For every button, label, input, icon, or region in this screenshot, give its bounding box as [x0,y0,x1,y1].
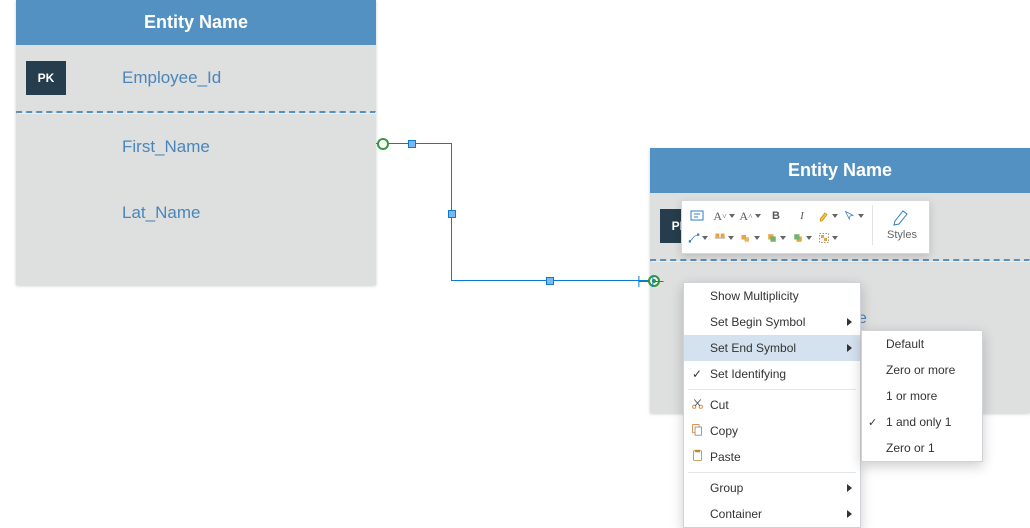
paste-icon [690,449,704,465]
styles-button[interactable]: Styles [881,205,923,249]
end-symbol-submenu[interactable]: Default Zero or more 1 or more ✓ 1 and o… [861,330,983,462]
attribute-employee-id: Employee_Id [122,68,221,88]
entity-header: Entity Name [650,148,1030,193]
menu-copy[interactable]: Copy [684,418,860,444]
styles-label: Styles [887,229,917,241]
menu-label: Container [710,507,762,521]
group-icon[interactable] [818,229,838,247]
menu-label: Group [710,481,743,495]
arrange-icon[interactable] [740,229,760,247]
cut-icon [690,397,704,413]
entity-divider [650,259,1030,262]
send-back-icon[interactable] [792,229,812,247]
menu-paste[interactable]: Paste [684,444,860,470]
submenu-label: Default [886,337,924,351]
align-icon[interactable] [714,229,734,247]
end-symbol-glyph: ⊢⊢ [637,272,665,292]
entity-header: Entity Name [16,0,376,45]
submenu-arrow-icon [847,510,852,518]
menu-divider [688,472,856,473]
submenu-default[interactable]: Default [862,331,982,357]
submenu-arrow-icon [847,484,852,492]
menu-label: Set Identifying [710,367,786,381]
connector-handle[interactable] [448,210,456,218]
submenu-label: 1 or more [886,389,937,403]
menu-group[interactable]: Group [684,475,860,501]
entity-attr-row[interactable]: First_Name [16,114,376,180]
toolbar-separator [872,205,873,245]
menu-set-end-symbol[interactable]: Set End Symbol [684,335,860,361]
italic-icon[interactable]: I [792,207,812,225]
context-menu[interactable]: Show Multiplicity Set Begin Symbol Set E… [683,282,861,528]
submenu-label: 1 and only 1 [886,415,951,429]
menu-label: Set End Symbol [710,341,796,355]
format-painter-icon[interactable] [818,207,838,225]
menu-label: Paste [710,450,741,464]
pk-badge: PK [26,61,66,95]
submenu-one-and-only-one[interactable]: ✓ 1 and only 1 [862,409,982,435]
check-icon: ✓ [868,416,877,429]
menu-set-begin-symbol[interactable]: Set Begin Symbol [684,309,860,335]
entity-attr-row[interactable]: Lat_Name [16,180,376,246]
connector-handle[interactable] [546,277,554,285]
menu-label: Copy [710,424,738,438]
menu-container[interactable]: Container [684,501,860,527]
pointer-icon[interactable] [844,207,864,225]
text-box-icon[interactable] [688,207,708,225]
menu-label: Cut [710,398,729,412]
entity-table-employee[interactable]: Entity Name PK Employee_Id First_Name La… [16,0,376,285]
submenu-arrow-icon [847,344,852,352]
submenu-label: Zero or 1 [886,441,935,455]
attribute-last-name: Lat_Name [122,203,200,223]
entity-pk-row[interactable]: PK Employee_Id [16,45,376,111]
font-larger-icon[interactable]: A˄ [740,207,760,225]
submenu-one-or-more[interactable]: 1 or more [862,383,982,409]
connector-endpoint-begin[interactable] [377,138,389,150]
mini-toolbar[interactable]: A˅ A˄ B I [681,200,930,254]
menu-label: Show Multiplicity [710,289,799,303]
submenu-arrow-icon [847,318,852,326]
submenu-zero-or-more[interactable]: Zero or more [862,357,982,383]
menu-divider [688,389,856,390]
attribute-first-name: First_Name [122,137,210,157]
submenu-zero-or-one[interactable]: Zero or 1 [862,435,982,461]
menu-label: Set Begin Symbol [710,315,805,329]
connector-icon[interactable] [688,229,708,247]
connector-handle[interactable] [408,140,416,148]
bring-front-icon[interactable] [766,229,786,247]
menu-cut[interactable]: Cut [684,392,860,418]
font-smaller-icon[interactable]: A˅ [714,207,734,225]
check-icon: ✓ [690,367,704,381]
copy-icon [690,423,704,439]
submenu-label: Zero or more [886,363,955,377]
menu-set-identifying[interactable]: ✓ Set Identifying [684,361,860,387]
menu-show-multiplicity[interactable]: Show Multiplicity [684,283,860,309]
bold-icon[interactable]: B [766,207,786,225]
